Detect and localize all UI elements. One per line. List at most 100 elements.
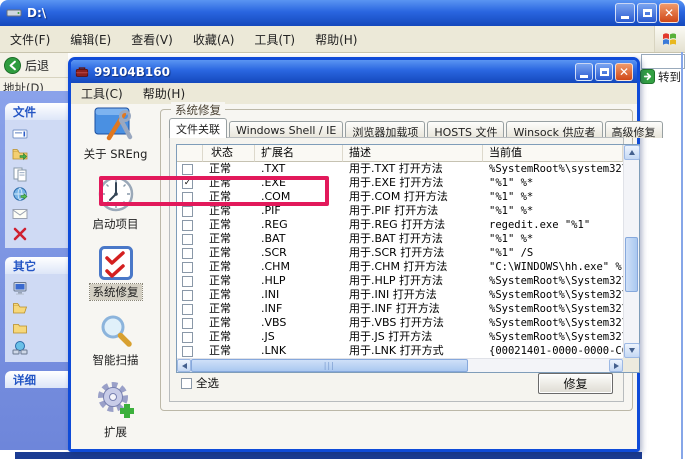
app-maximize-button[interactable] <box>595 62 613 81</box>
select-all-checkbox[interactable] <box>181 377 192 389</box>
row-checkbox[interactable] <box>182 247 193 259</box>
task-pane-item[interactable] <box>5 338 70 358</box>
bg-menu-item[interactable]: 文件(F) <box>0 28 60 51</box>
row-extension: .JS <box>261 330 275 343</box>
task-pane-item[interactable] <box>5 204 70 224</box>
row-current-value: "%1" %* <box>489 205 534 217</box>
row-checkbox-cell <box>177 330 203 344</box>
back-button[interactable]: 后退 <box>0 53 68 77</box>
bg-menu-item[interactable]: 帮助(H) <box>305 28 367 51</box>
address-field-edge[interactable] <box>641 54 685 69</box>
row-checkbox[interactable] <box>182 345 193 357</box>
sidebar-item-smart-scan[interactable]: 智能扫描 <box>90 313 142 368</box>
tab-strip: 文件关联 Windows Shell / IE 浏览器加载项 HOSTS 文件 Wins… <box>169 117 663 139</box>
tab-browser-addons[interactable]: 浏览器加载项 <box>345 121 426 139</box>
bg-menu-item[interactable]: 收藏(A) <box>183 28 245 51</box>
go-label: 转到 <box>658 69 681 84</box>
task-pane-item[interactable] <box>5 184 70 204</box>
task-pane-item[interactable] <box>5 278 70 298</box>
row-checkbox-cell <box>177 260 203 274</box>
bg-menu-item[interactable]: 查看(V) <box>121 28 183 51</box>
task-pane-item[interactable] <box>5 144 70 164</box>
tab-hosts-file[interactable]: HOSTS 文件 <box>427 121 505 139</box>
task-pane-section-header[interactable]: 其它 <box>5 257 70 274</box>
sidebar-item-label: 系统修复 <box>88 283 143 301</box>
bg-menu-item[interactable]: 工具(T) <box>244 28 305 51</box>
row-checkbox[interactable] <box>182 331 193 343</box>
row-current-value: %SystemRoot%\System32\ <box>489 303 623 315</box>
row-checkbox[interactable] <box>182 261 193 273</box>
table-row[interactable]: 正常 .INI 用于.INI 打开方法 %SystemRoot%\System32\ <box>177 288 623 302</box>
row-checkbox[interactable] <box>182 303 193 315</box>
bg-window-titlebar[interactable]: D:\ ✕ <box>0 0 685 26</box>
task-pane-section-header[interactable]: 文件 <box>5 103 70 120</box>
table-row[interactable]: 正常 .PIF 用于.PIF 打开方法 "%1" %* <box>177 204 623 218</box>
row-checkbox[interactable] <box>182 275 193 287</box>
highlight-annotation-box <box>99 176 329 206</box>
sidebar-item-system-repair[interactable]: 系统修复 <box>88 245 143 301</box>
row-description: 用于.INI 打开方法 <box>349 288 437 301</box>
task-pane-section: 文件 <box>5 103 70 248</box>
task-pane-item[interactable] <box>5 224 70 244</box>
table-row[interactable]: 正常 .JS 用于.JS 打开方法 %SystemRoot%\System32\ <box>177 330 623 344</box>
table-row[interactable]: 正常 .VBS 用于.VBS 打开方法 %SystemRoot%\System32\ <box>177 316 623 330</box>
repair-button[interactable]: 修复 <box>538 373 613 394</box>
task-pane-section: 详细 <box>5 371 70 388</box>
row-checkbox[interactable] <box>182 317 193 329</box>
row-description: 用于.HLP 打开方法 <box>349 274 444 287</box>
row-checkbox[interactable] <box>182 219 193 231</box>
scroll-right-button[interactable] <box>609 359 623 372</box>
row-extension: .TXT <box>261 162 286 175</box>
sidebar-item-about-sreng[interactable]: 关于 SREng <box>81 107 151 162</box>
row-current-value: regedit.exe "%1" <box>489 219 591 231</box>
table-row[interactable]: 正常 .TXT 用于.TXT 打开方法 %SystemRoot%\system32\ <box>177 162 623 176</box>
horizontal-scrollbar[interactable]: ||| <box>177 358 623 372</box>
table-row[interactable]: 正常 .SCR 用于.SCR 打开方法 "%1" /S <box>177 246 623 260</box>
bg-maximize-button[interactable] <box>637 3 657 23</box>
table-row[interactable]: 正常 .LNK 用于.LNK 打开方式 {00021401-0000-0000-C0 <box>177 344 623 358</box>
task-pane-item[interactable] <box>5 124 70 144</box>
row-extension: .SCR <box>261 246 287 259</box>
scroll-down-button[interactable] <box>624 343 640 358</box>
bg-close-button[interactable]: ✕ <box>659 3 679 23</box>
horizontal-scroll-thumb[interactable]: ||| <box>191 359 468 372</box>
bg-menu-item[interactable]: 编辑(E) <box>60 28 121 51</box>
table-row[interactable]: 正常 .REG 用于.REG 打开方法 regedit.exe "%1" <box>177 218 623 232</box>
column-header[interactable]: 描述 <box>343 145 483 162</box>
table-row[interactable]: 正常 .HLP 用于.HLP 打开方法 %SystemRoot%\System32\ <box>177 274 623 288</box>
app-window-titlebar[interactable]: 99104B160 ✕ <box>71 60 637 83</box>
column-header[interactable]: 扩展名 <box>255 145 343 162</box>
tab-windows-shell-ie[interactable]: Windows Shell / IE <box>229 121 344 138</box>
vertical-scroll-thumb[interactable] <box>625 237 638 292</box>
row-checkbox[interactable] <box>182 205 193 217</box>
task-pane-item[interactable] <box>5 318 70 338</box>
row-description: 用于.REG 打开方法 <box>349 218 446 231</box>
app-minimize-button[interactable] <box>575 62 593 81</box>
app-menu-item[interactable]: 工具(C) <box>71 82 133 105</box>
task-pane-item[interactable] <box>5 298 70 318</box>
row-checkbox[interactable] <box>182 289 193 301</box>
row-checkbox[interactable] <box>182 233 193 245</box>
row-status: 正常 <box>209 344 231 357</box>
column-header[interactable]: 状态 <box>203 145 255 162</box>
tab-file-association[interactable]: 文件关联 <box>169 118 227 138</box>
up-arrow-icon <box>629 150 635 155</box>
row-checkbox[interactable] <box>182 163 193 175</box>
scroll-left-button[interactable] <box>177 359 191 372</box>
tab-winsock-providers[interactable]: Winsock 供应者 <box>506 121 603 139</box>
table-row[interactable]: 正常 .CHM 用于.CHM 打开方法 "C:\WINDOWS\hh.exe" %1 <box>177 260 623 274</box>
table-row[interactable]: 正常 .INF 用于.INF 打开方法 %SystemRoot%\System32\ <box>177 302 623 316</box>
row-status: 正常 <box>209 162 231 175</box>
app-window: 99104B160 ✕ 工具(C) 帮助(H) 关于 SREng 启动项目 系统修复智… <box>68 57 663 452</box>
bg-minimize-button[interactable] <box>615 3 635 23</box>
table-row[interactable]: 正常 .BAT 用于.BAT 打开方法 "%1" %* <box>177 232 623 246</box>
address-go-button[interactable]: 转到 <box>640 68 685 85</box>
app-close-button[interactable]: ✕ <box>615 62 633 81</box>
task-pane-section-header[interactable]: 详细 <box>5 371 70 388</box>
vertical-scrollbar[interactable] <box>623 145 640 358</box>
tab-advanced-repair[interactable]: 高级修复 <box>604 121 663 139</box>
sidebar-item-extension[interactable]: 扩展 <box>96 381 136 440</box>
task-pane-item[interactable] <box>5 164 70 184</box>
scroll-up-button[interactable] <box>624 145 640 160</box>
column-header[interactable]: 当前值 <box>483 145 623 162</box>
